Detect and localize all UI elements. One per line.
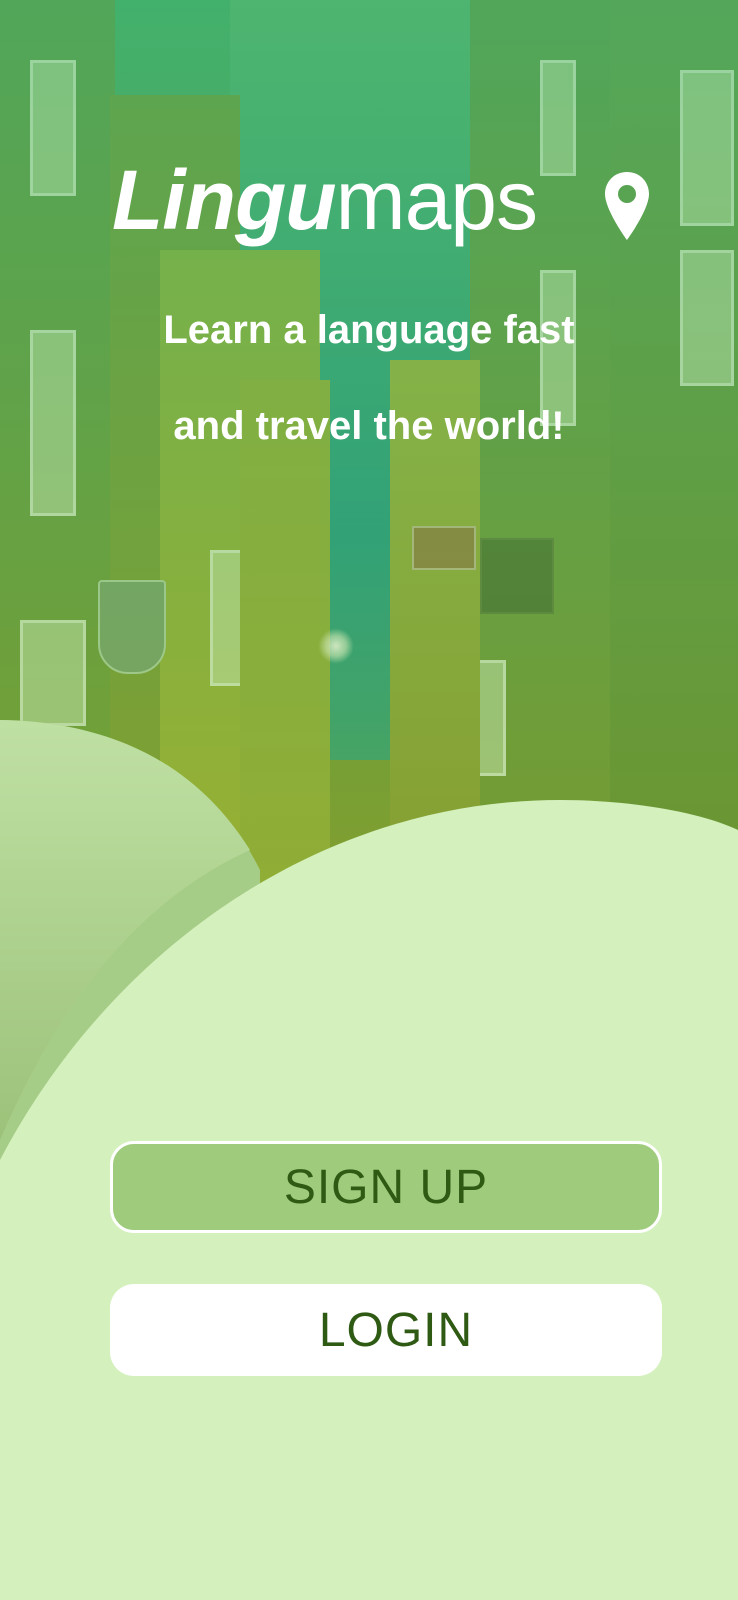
logo-text-bold: Lingu — [112, 153, 337, 247]
logo-text-light: maps — [335, 153, 538, 247]
tagline-line-2: and travel the world! — [173, 404, 565, 448]
login-button[interactable]: LOGIN — [110, 1284, 662, 1376]
sign-up-label: SIGN UP — [283, 1160, 489, 1214]
tagline-line-1: Learn a language fast — [163, 308, 575, 352]
app-logo: Lingumaps — [112, 150, 652, 260]
sign-up-button[interactable]: SIGN UP — [110, 1141, 662, 1233]
login-label: LOGIN — [318, 1303, 474, 1357]
map-pin-icon — [605, 172, 649, 240]
